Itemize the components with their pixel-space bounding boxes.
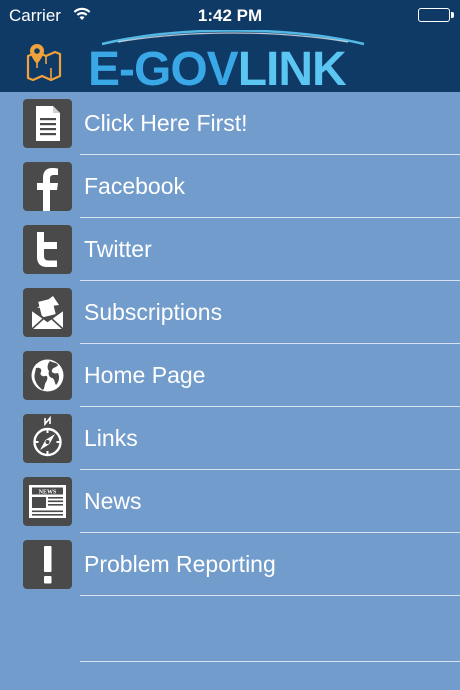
divider bbox=[80, 595, 460, 596]
menu-item-home-page[interactable]: Home Page bbox=[0, 344, 460, 407]
map-pin-icon[interactable] bbox=[24, 42, 64, 82]
compass-icon bbox=[23, 414, 72, 463]
logo-link: LINK bbox=[237, 43, 347, 96]
menu-item-click-here-first[interactable]: Click Here First! bbox=[0, 92, 460, 155]
menu-item-label: Facebook bbox=[84, 173, 186, 199]
app-header: Carrier 1:42 PM E-GOVLINK bbox=[0, 0, 460, 96]
status-time: 1:42 PM bbox=[197, 6, 263, 25]
facebook-icon bbox=[23, 162, 72, 211]
twitter-icon bbox=[23, 225, 72, 274]
menu-item-news[interactable]: NEWS News bbox=[0, 470, 460, 533]
egovlink-logo: E-GOVLINK bbox=[88, 30, 378, 96]
menu-item-links[interactable]: Links bbox=[0, 407, 460, 470]
menu-item-label: News bbox=[84, 488, 142, 514]
menu-item-label: Home Page bbox=[84, 362, 206, 388]
divider bbox=[80, 661, 460, 662]
globe-icon bbox=[23, 351, 72, 400]
menu-item-label: Problem Reporting bbox=[84, 551, 276, 577]
menu-item-facebook[interactable]: Facebook bbox=[0, 155, 460, 218]
menu-item-label: Links bbox=[84, 425, 138, 451]
document-icon bbox=[23, 99, 72, 148]
svg-text:NEWS: NEWS bbox=[39, 489, 57, 495]
menu-item-label: Click Here First! bbox=[84, 110, 248, 136]
status-bar: Carrier 1:42 PM bbox=[0, 0, 460, 32]
logo-text: E-GOVLINK bbox=[88, 42, 347, 97]
menu-item-twitter[interactable]: Twitter bbox=[0, 218, 460, 281]
newspaper-icon: NEWS bbox=[23, 477, 72, 526]
menu-item-problem-reporting[interactable]: Problem Reporting bbox=[0, 533, 460, 596]
battery-icon bbox=[418, 8, 454, 22]
menu-list: Click Here First! Facebook Twitter Subsc… bbox=[0, 92, 460, 596]
menu-item-subscriptions[interactable]: Subscriptions bbox=[0, 281, 460, 344]
envelope-icon bbox=[23, 288, 72, 337]
logo-egov: E-GOV bbox=[88, 43, 239, 96]
menu-item-label: Twitter bbox=[84, 236, 152, 262]
exclamation-icon bbox=[23, 540, 72, 589]
menu-item-label: Subscriptions bbox=[84, 299, 223, 325]
